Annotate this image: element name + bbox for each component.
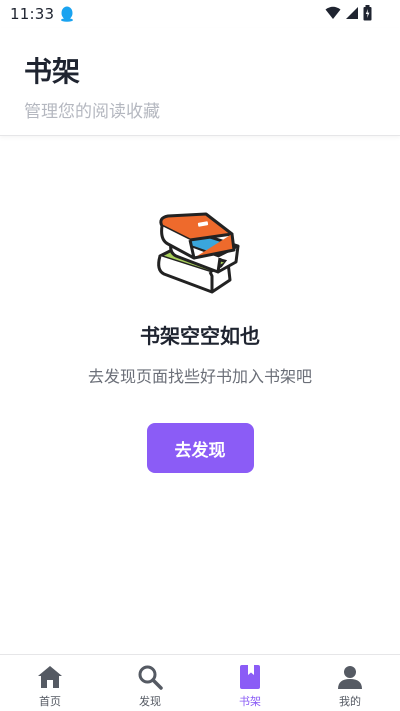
- page-subtitle: 管理您的阅读收藏: [24, 102, 160, 122]
- go-discover-button[interactable]: 去发现: [146, 423, 254, 473]
- bookshelf-icon: [240, 665, 260, 689]
- status-bar: 11:33: [0, 0, 400, 28]
- profile-icon: [338, 666, 362, 689]
- home-icon: [38, 666, 62, 688]
- empty-state: 书架空空如也 去发现页面找些好书加入书架吧 去发现: [0, 210, 400, 473]
- nav-item-profile[interactable]: 我的: [300, 655, 400, 711]
- nav-label-home: 首页: [39, 695, 61, 708]
- page-title: 书架: [24, 55, 81, 88]
- empty-state-description: 去发现页面找些好书加入书架吧: [87, 367, 312, 386]
- nav-item-home[interactable]: 首页: [0, 655, 100, 711]
- battery-icon: [363, 5, 372, 21]
- nav-label-bookshelf: 书架: [239, 695, 261, 708]
- nav-item-discover[interactable]: 发现: [100, 655, 200, 711]
- signal-icon: [346, 7, 358, 19]
- nav-label-discover: 发现: [139, 695, 161, 708]
- search-icon: [138, 665, 163, 690]
- empty-state-title: 书架空空如也: [140, 324, 260, 348]
- bottom-nav: 首页 发现 书架 我的: [0, 654, 400, 711]
- status-indicators: [325, 5, 372, 21]
- nav-item-bookshelf[interactable]: 书架: [200, 655, 300, 711]
- status-time: 11:33: [10, 5, 55, 23]
- page-header: 书架 管理您的阅读收藏: [0, 28, 400, 136]
- books-stack-icon: [157, 212, 240, 294]
- wifi-icon: [325, 6, 341, 19]
- qq-notification-icon: [61, 6, 74, 22]
- nav-label-profile: 我的: [339, 695, 361, 708]
